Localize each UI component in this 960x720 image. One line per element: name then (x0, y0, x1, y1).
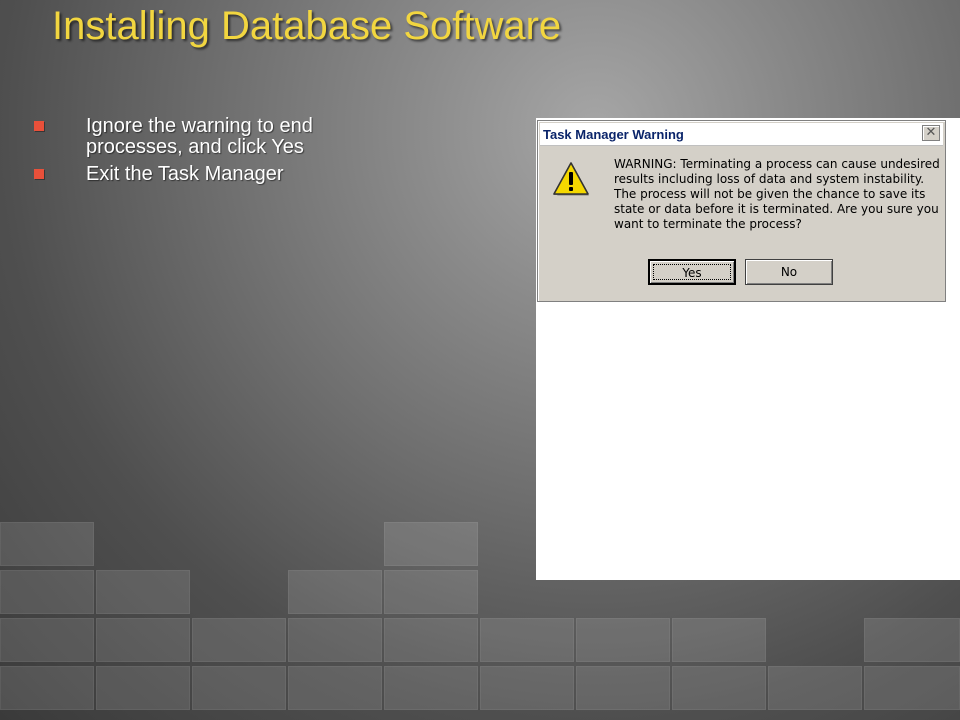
background-tile (192, 666, 286, 710)
background-tile (384, 570, 478, 614)
background-tile (864, 618, 960, 662)
dialog-titlebar[interactable]: Task Manager Warning ✕ (540, 123, 943, 146)
task-manager-warning-dialog: Task Manager Warning ✕ WARNING: Terminat… (537, 120, 946, 302)
bullet-item: Ignore the warning to end processes, and… (30, 116, 390, 158)
no-button-label: No (780, 265, 798, 279)
no-button[interactable]: No (745, 259, 833, 285)
background-tile (0, 666, 94, 710)
focus-ring (653, 264, 731, 280)
background-tile (0, 570, 94, 614)
dialog-title: Task Manager Warning (543, 127, 684, 142)
background-tile (576, 666, 670, 710)
bullet-marker (34, 121, 44, 131)
background-tile (480, 666, 574, 710)
slide-title: Installing Database Software (52, 4, 562, 48)
background-tile (288, 570, 382, 614)
background-tile (0, 522, 94, 566)
background-tile (480, 618, 574, 662)
background-tile (384, 522, 478, 566)
bullet-text: Ignore the warning to end processes, and… (86, 115, 313, 158)
warning-icon (553, 162, 589, 196)
yes-button[interactable]: Yes (648, 259, 736, 285)
background-tile (96, 666, 190, 710)
background-tile (576, 618, 670, 662)
warning-message: WARNING: Terminating a process can cause… (614, 157, 940, 231)
background-tile (96, 570, 190, 614)
bullet-list: Ignore the warning to end processes, and… (30, 116, 390, 191)
background-tile (864, 666, 960, 710)
background-tile (0, 618, 94, 662)
bullet-marker (34, 169, 44, 179)
background-tile (288, 618, 382, 662)
background-tile (384, 618, 478, 662)
bullet-item: Exit the Task Manager (30, 164, 390, 185)
background-tile (768, 666, 862, 710)
background-tile (96, 618, 190, 662)
close-button[interactable]: ✕ (922, 125, 940, 141)
background-tile (192, 618, 286, 662)
background-tile (672, 618, 766, 662)
background-tile (384, 666, 478, 710)
background-tile (672, 666, 766, 710)
background-tile (288, 666, 382, 710)
bullet-text: Exit the Task Manager (86, 163, 284, 185)
